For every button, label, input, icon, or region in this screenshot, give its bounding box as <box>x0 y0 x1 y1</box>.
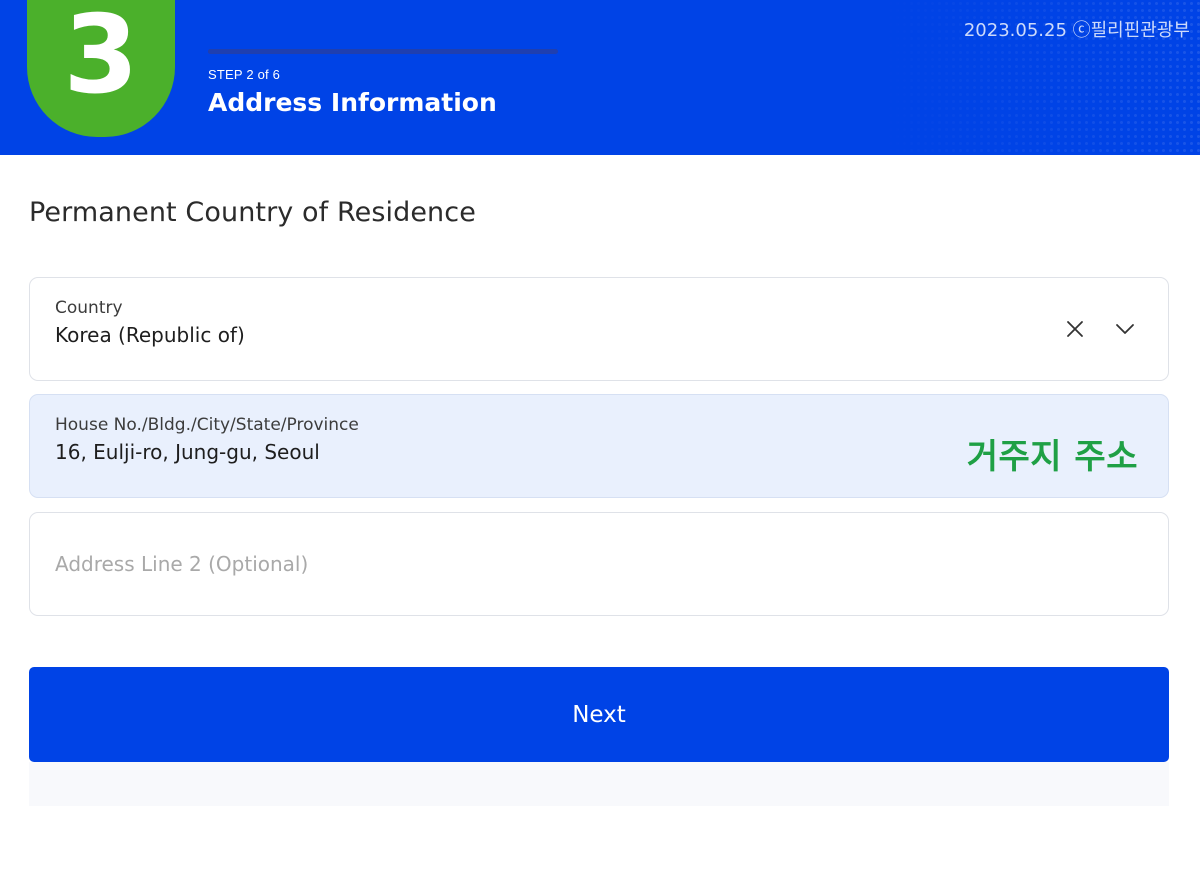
address-line-2-field[interactable] <box>29 512 1169 616</box>
address-line-1-field[interactable]: House No./Bldg./City/State/Province 16, … <box>29 394 1169 498</box>
footer-strip <box>29 762 1169 806</box>
step-counter: STEP 2 of 6 <box>208 67 281 82</box>
section-title: Permanent Country of Residence <box>29 197 476 228</box>
step-progress-bar <box>208 49 558 54</box>
country-select[interactable]: Country Korea (Republic of) <box>29 277 1169 381</box>
chevron-down-icon <box>1116 324 1134 334</box>
page-title: Address Information <box>208 88 497 117</box>
clear-country-button[interactable] <box>1060 314 1090 344</box>
date-watermark: 2023.05.25 ⓒ필리핀관광부 <box>963 20 1190 41</box>
country-value: Korea (Republic of) <box>55 323 245 347</box>
close-icon <box>1067 321 1083 337</box>
step-header: 3 STEP 2 of 6 Address Information 2023.0… <box>0 0 1200 155</box>
residence-address-annotation: 거주지 주소 <box>966 437 1138 477</box>
country-dropdown-toggle[interactable] <box>1110 314 1140 344</box>
step-progress-fill <box>208 49 325 54</box>
step-badge-number: 3 <box>63 0 139 118</box>
address-line-1-value[interactable]: 16, Eulji-ro, Jung-gu, Seoul <box>55 440 320 464</box>
address-line-1-label: House No./Bldg./City/State/Province <box>55 415 359 435</box>
address-information-page: 3 STEP 2 of 6 Address Information 2023.0… <box>0 0 1200 870</box>
country-label: Country <box>55 298 123 318</box>
next-button[interactable]: Next <box>29 667 1169 762</box>
step-badge: 3 <box>27 0 175 137</box>
address-line-2-input[interactable] <box>55 547 955 581</box>
